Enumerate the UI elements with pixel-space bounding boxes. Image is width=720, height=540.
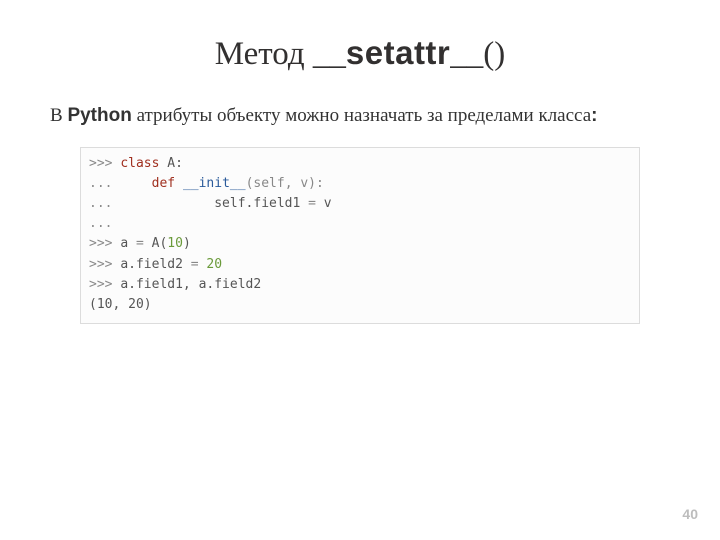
code-args: (self, v): <box>246 176 324 191</box>
code-prompt: >>> <box>89 236 120 251</box>
slide-title: Метод __setattr__() <box>50 32 670 75</box>
body-p1: В <box>50 105 67 126</box>
code-prompt: ... <box>89 196 214 211</box>
code-kw-class: class <box>120 156 159 171</box>
body-p2: атрибуты объекту можно назначать за пред… <box>132 105 591 126</box>
code-prompt: >>> <box>89 156 120 171</box>
code-sp <box>175 176 183 191</box>
code-prompt: ... <box>89 216 112 231</box>
code-stmt: ) <box>183 236 191 251</box>
code-eq: = <box>136 236 144 251</box>
code-prompt: ... <box>89 176 152 191</box>
code-line-3: ... self.field1 = v <box>89 194 631 214</box>
code-line-7: >>> a.field1, a.field2 <box>89 275 631 295</box>
code-stmt: self.field1 <box>214 196 308 211</box>
code-num: 10 <box>167 236 183 251</box>
code-block: >>> class A: ... def __init__(self, v): … <box>80 147 640 324</box>
code-line-4: ... <box>89 214 631 234</box>
code-stmt: a <box>120 236 136 251</box>
code-result: (10, 20) <box>89 297 152 312</box>
body-paragraph: В Python атрибуты объекту можно назначат… <box>50 103 650 129</box>
code-line-8: (10, 20) <box>89 295 631 315</box>
code-kw-def: def <box>152 176 175 191</box>
code-stmt: v <box>316 196 332 211</box>
code-fn-name: __init__ <box>183 176 246 191</box>
code-line-5: >>> a = A(10) <box>89 234 631 254</box>
code-prompt: >>> <box>89 257 120 272</box>
code-eq: = <box>308 196 316 211</box>
slide: Метод __setattr__() В Python атрибуты об… <box>0 0 720 540</box>
code-line-1: >>> class A: <box>89 154 631 174</box>
code-stmt: a.field2 <box>120 257 190 272</box>
code-line-2: ... def __init__(self, v): <box>89 174 631 194</box>
body-colon: : <box>591 105 597 126</box>
code-line-6: >>> a.field2 = 20 <box>89 255 631 275</box>
code-class-name: A: <box>167 156 183 171</box>
title-post: __() <box>450 36 505 72</box>
title-pre: Метод __ <box>215 36 346 72</box>
code-stmt: a.field1, a.field2 <box>120 277 261 292</box>
page-number: 40 <box>682 506 698 522</box>
code-stmt: A( <box>144 236 167 251</box>
code-eq: = <box>191 257 199 272</box>
code-prompt: >>> <box>89 277 120 292</box>
code-num: 20 <box>206 257 222 272</box>
title-mid: setattr <box>346 34 450 71</box>
body-python: Python <box>67 105 131 126</box>
